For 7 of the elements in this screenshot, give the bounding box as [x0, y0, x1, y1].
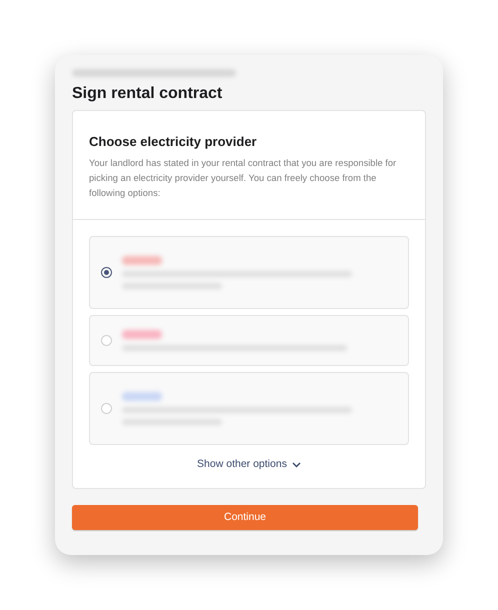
- radio-button[interactable]: [101, 267, 112, 278]
- dialog-title: Sign rental contract: [72, 84, 224, 104]
- provider-option[interactable]: [89, 315, 409, 366]
- section-description: Your landlord has stated in your rental contract that you are responsible for picking an electricity provider yourself. You can freely choose from the following options:: [89, 157, 398, 200]
- section-heading: Choose electricity provider: [89, 133, 258, 151]
- provider-option[interactable]: [89, 372, 409, 445]
- show-other-options-link[interactable]: Show other options: [197, 457, 301, 473]
